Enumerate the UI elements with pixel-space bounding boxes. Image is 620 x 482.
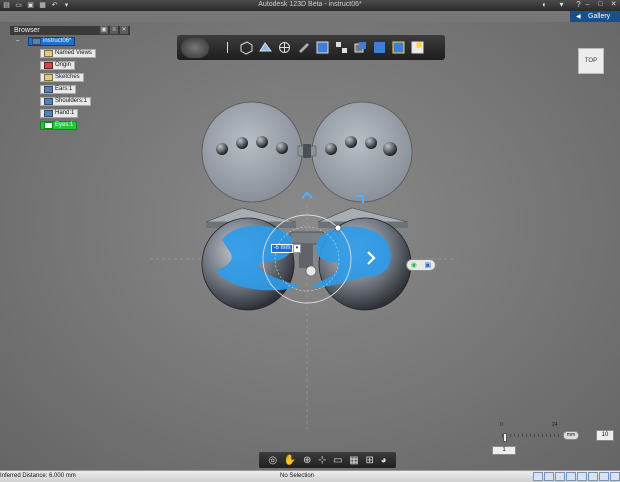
snap-step-field[interactable]: 1: [492, 446, 516, 455]
status-icon[interactable]: [544, 472, 554, 481]
status-icon[interactable]: [555, 472, 565, 481]
status-bar: Inferred Distance: 6.000 mm No Selection: [0, 470, 620, 482]
slider-track[interactable]: [502, 434, 560, 437]
orbit-icon[interactable]: ◎: [268, 455, 277, 466]
status-icon[interactable]: [533, 472, 543, 481]
main-toolbar: [177, 35, 445, 60]
close-panel-icon[interactable]: ✕: [120, 26, 128, 34]
manipulator-handle: [334, 224, 342, 232]
stud: [325, 143, 337, 155]
browser-panel: Browser ▣ ≡ ✕ – instruct06* Named Views …: [10, 26, 130, 130]
status-icon[interactable]: [610, 472, 620, 481]
zoom-icon[interactable]: ⊕: [303, 455, 311, 466]
center-handle: [305, 265, 317, 277]
body-icon: [44, 122, 53, 129]
stud: [236, 137, 248, 149]
pattern-icon[interactable]: [314, 39, 331, 56]
slider-min-label: 0: [500, 422, 503, 428]
stud: [383, 142, 397, 156]
pan-icon[interactable]: ✋: [284, 455, 296, 466]
stud: [345, 136, 357, 148]
body-icon: [44, 86, 53, 93]
status-icon[interactable]: [566, 472, 576, 481]
grouping-icon[interactable]: [333, 39, 350, 56]
tree-node-named-views[interactable]: Named Views: [40, 49, 96, 58]
views-icon[interactable]: ▭: [333, 455, 342, 466]
options-icon[interactable]: ≡: [110, 26, 118, 34]
combine-icon[interactable]: [352, 39, 369, 56]
pin-icon[interactable]: ▣: [100, 26, 108, 34]
measure-icon[interactable]: [371, 39, 388, 56]
fit-icon[interactable]: ⊹: [318, 455, 326, 466]
stud: [365, 137, 377, 149]
tree-node-root[interactable]: instruct06*: [28, 37, 76, 46]
unit-button[interactable]: mm: [563, 431, 579, 440]
body-icon: [44, 110, 53, 117]
mini-toolbar: ◉ ▣: [406, 259, 436, 271]
snap-value-field[interactable]: 10: [596, 430, 614, 441]
tree-node-eyes[interactable]: Eyes:1: [40, 121, 78, 130]
navigation-bar: ◎ ✋ ⊕ ⊹ ▭ ▦ ⊞ ◕: [259, 452, 396, 468]
pen-icon[interactable]: [219, 39, 236, 56]
modify-icon[interactable]: [295, 39, 312, 56]
materials-icon[interactable]: ◕: [381, 455, 387, 466]
tree-node-origin[interactable]: Origin: [40, 61, 76, 70]
tree-node-ears[interactable]: Ears:1: [40, 85, 77, 94]
status-selection: No Selection: [280, 473, 315, 479]
tree-node-hand[interactable]: Hand:1: [40, 109, 79, 118]
tree-node-sketches[interactable]: Sketches: [40, 73, 84, 82]
collapse-icon[interactable]: –: [16, 38, 22, 44]
component-icon: [32, 38, 41, 45]
slider-knob[interactable]: [503, 433, 507, 442]
dimension-dropdown-icon[interactable]: ▾: [293, 244, 301, 253]
status-icon[interactable]: [588, 472, 598, 481]
app-logo-icon[interactable]: [181, 37, 209, 58]
transform-icon[interactable]: [276, 39, 293, 56]
move-arrow-up: [301, 191, 313, 199]
tree-node-shoulders[interactable]: Shoulders:1: [40, 97, 92, 106]
3d-text-icon[interactable]: [390, 39, 407, 56]
body-icon: [44, 98, 53, 105]
primitive-icon[interactable]: [257, 39, 274, 56]
slider-max-label: 24: [552, 422, 558, 428]
view-cube[interactable]: TOP: [578, 48, 604, 74]
snap-slider: 0 24 mm 10 1: [492, 422, 614, 462]
folder-icon: [44, 74, 53, 81]
origin-icon: [44, 62, 53, 69]
model-scene[interactable]: [0, 0, 620, 482]
snap-icon[interactable]: ◉: [411, 261, 417, 269]
material-icon[interactable]: [409, 39, 426, 56]
move-tool-icon[interactable]: ▣: [425, 261, 432, 269]
status-left: Inferred Distance: 6.000 mm: [0, 473, 76, 479]
stud: [276, 142, 288, 154]
ear-connector-pin: [303, 144, 311, 158]
status-icons: [533, 472, 620, 481]
stud: [216, 143, 228, 155]
browser-header: Browser ▣ ≡ ✕: [10, 26, 130, 35]
stud: [256, 136, 268, 148]
grid-icon[interactable]: ⊞: [365, 455, 373, 466]
status-icon[interactable]: [577, 472, 587, 481]
box-icon[interactable]: [238, 39, 255, 56]
center-post: [299, 244, 313, 268]
visual-style-icon[interactable]: ▦: [349, 455, 358, 466]
dimension-input[interactable]: -6 mm: [271, 244, 293, 253]
status-icon[interactable]: [599, 472, 609, 481]
folder-icon: [44, 50, 53, 57]
